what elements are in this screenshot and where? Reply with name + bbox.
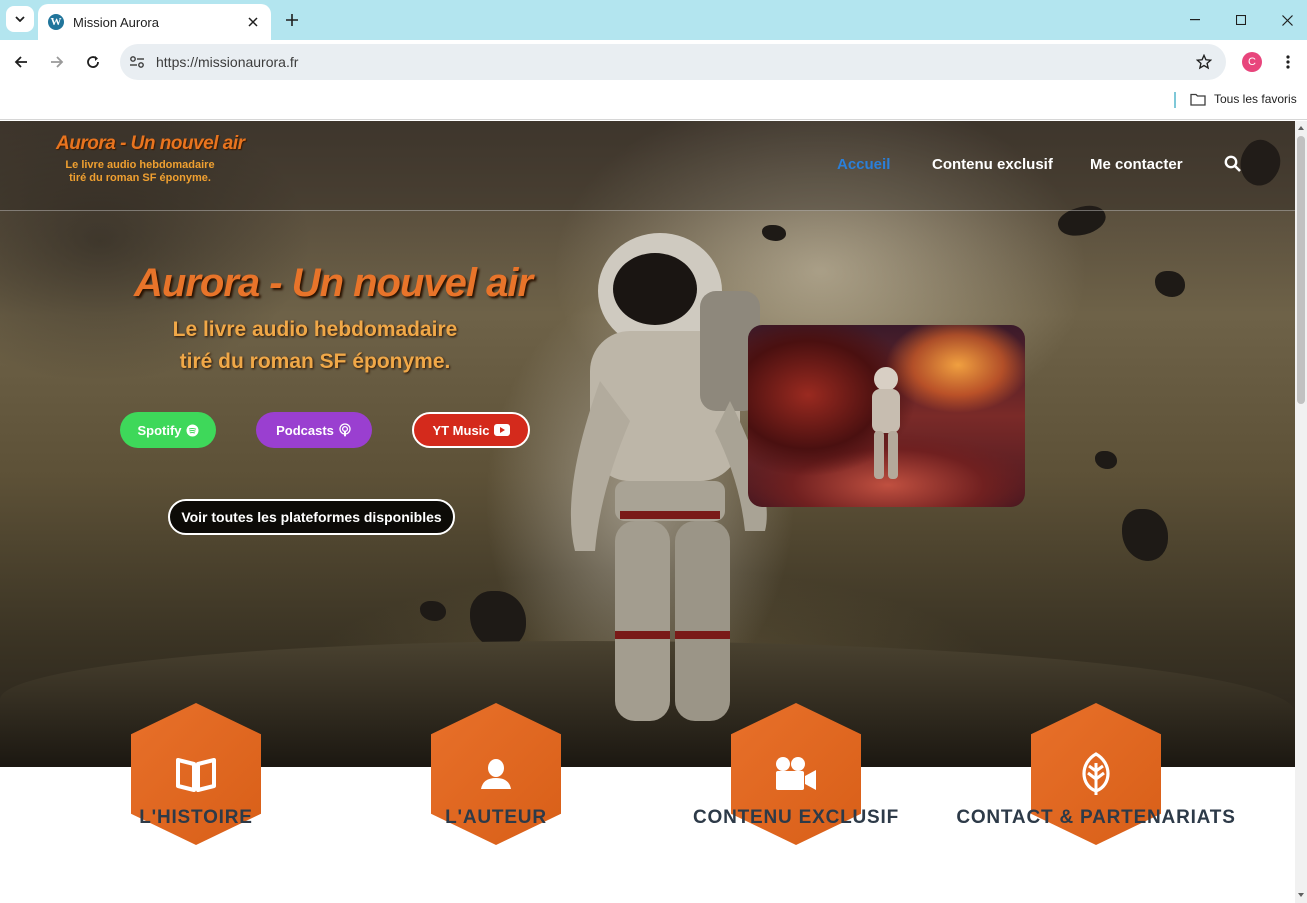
scroll-down-arrow-icon[interactable] — [1297, 891, 1305, 899]
tab-title: Mission Aurora — [73, 14, 159, 30]
maximize-icon — [1236, 15, 1246, 25]
feature-label: L'HISTOIRE — [139, 807, 253, 828]
feature-label: CONTENU EXCLUSIF — [693, 807, 899, 828]
search-icon — [1224, 155, 1241, 172]
spotify-icon — [186, 424, 199, 437]
back-button[interactable] — [8, 49, 34, 75]
asteroid-decoration — [420, 601, 446, 621]
spotify-button[interactable]: Spotify — [120, 412, 216, 448]
close-tab-button[interactable] — [245, 14, 261, 30]
wordpress-icon: W — [48, 14, 64, 30]
hero-section: Aurora - Un nouvel air Le livre audio he… — [0, 121, 1295, 771]
asteroid-decoration — [470, 591, 526, 649]
maximize-button[interactable] — [1229, 8, 1253, 32]
minimize-button[interactable] — [1183, 8, 1207, 32]
yt-music-button[interactable]: YT Music — [412, 412, 530, 448]
nav-contact[interactable]: Me contacter — [1090, 156, 1183, 173]
asteroid-decoration — [1155, 271, 1185, 297]
hero-subtitle: Le livre audio hebdomadaire tiré du roma… — [140, 314, 490, 378]
nav-exclusive-content[interactable]: Contenu exclusif — [932, 156, 1053, 173]
logo-sub-line: Le livre audio hebdomadaire — [65, 159, 215, 171]
bookmarks-separator — [1174, 92, 1176, 108]
site-logo-subtitle[interactable]: Le livre audio hebdomadaire tiré du roma… — [60, 159, 220, 185]
plus-icon — [286, 14, 298, 26]
feature-label: CONTACT & PARTENARIATS — [956, 807, 1236, 828]
scrollbar-thumb[interactable] — [1297, 136, 1305, 404]
asteroid-decoration — [1095, 451, 1117, 469]
page-scrollbar[interactable] — [1295, 121, 1307, 903]
astronaut-red-planet-image — [748, 325, 1025, 507]
close-icon — [1281, 14, 1293, 26]
scroll-up-arrow-icon[interactable] — [1297, 124, 1305, 132]
feature-label: L'AUTEUR — [445, 807, 547, 828]
browser-tab-bar: W Mission Aurora — [0, 0, 1307, 40]
all-bookmarks-button[interactable]: Tous les favoris — [1190, 90, 1297, 108]
asteroid-decoration — [1122, 509, 1168, 561]
yt-music-label: YT Music — [432, 422, 490, 438]
page-viewport: Aurora - Un nouvel air Le livre audio he… — [0, 121, 1295, 903]
all-platforms-button[interactable]: Voir toutes les plateformes disponibles — [168, 499, 455, 535]
nav-home[interactable]: Accueil — [837, 156, 890, 173]
video-camera-icon — [776, 757, 816, 790]
podcasts-button[interactable]: Podcasts — [256, 412, 372, 448]
close-icon — [248, 17, 258, 27]
search-button[interactable] — [1224, 155, 1244, 175]
arrow-right-icon — [51, 56, 64, 68]
forward-button[interactable] — [44, 49, 70, 75]
browser-menu-button[interactable] — [1278, 50, 1298, 74]
hero-title: Aurora - Un nouvel air — [134, 261, 533, 305]
logo-sub-line: tiré du roman SF éponyme. — [69, 172, 211, 184]
site-logo-title[interactable]: Aurora - Un nouvel air — [56, 133, 245, 155]
profile-avatar[interactable]: C — [1242, 52, 1262, 72]
hero-sub-line: Le livre audio hebdomadaire — [172, 318, 458, 341]
browser-toolbar: https://missionaurora.fr C — [0, 40, 1307, 84]
more-vertical-icon — [1286, 55, 1290, 69]
url-text[interactable]: https://missionaurora.fr — [156, 54, 1192, 70]
tab-search-button[interactable] — [6, 6, 34, 32]
star-icon — [1196, 54, 1212, 70]
spotify-label: Spotify — [137, 422, 182, 438]
book-icon — [176, 758, 216, 792]
close-window-button[interactable] — [1275, 8, 1299, 32]
leaf-icon — [1082, 752, 1110, 795]
browser-tab[interactable]: W Mission Aurora — [38, 4, 271, 40]
features-section: L'HISTOIRE L'AUTEUR CONTENU EXCLUSIF CON… — [0, 703, 1295, 903]
astronaut-illustration — [570, 233, 767, 721]
address-bar[interactable]: https://missionaurora.fr — [120, 44, 1226, 80]
reload-button[interactable] — [80, 49, 106, 75]
bookmark-star-button[interactable] — [1192, 50, 1216, 74]
hero-sub-line: tiré du roman SF éponyme. — [179, 350, 451, 373]
new-tab-button[interactable] — [280, 8, 304, 32]
arrow-left-icon — [14, 56, 27, 68]
youtube-icon — [493, 424, 510, 436]
site-info-icon[interactable] — [124, 49, 150, 75]
folder-icon — [1190, 93, 1206, 106]
all-bookmarks-label: Tous les favoris — [1214, 92, 1297, 106]
bookmarks-bar: Tous les favoris — [0, 84, 1307, 120]
person-icon — [481, 759, 511, 789]
chevron-down-icon — [15, 16, 25, 22]
minimize-icon — [1190, 19, 1200, 21]
reload-icon — [87, 56, 99, 68]
podcast-icon — [338, 423, 352, 437]
podcasts-label: Podcasts — [276, 422, 334, 438]
